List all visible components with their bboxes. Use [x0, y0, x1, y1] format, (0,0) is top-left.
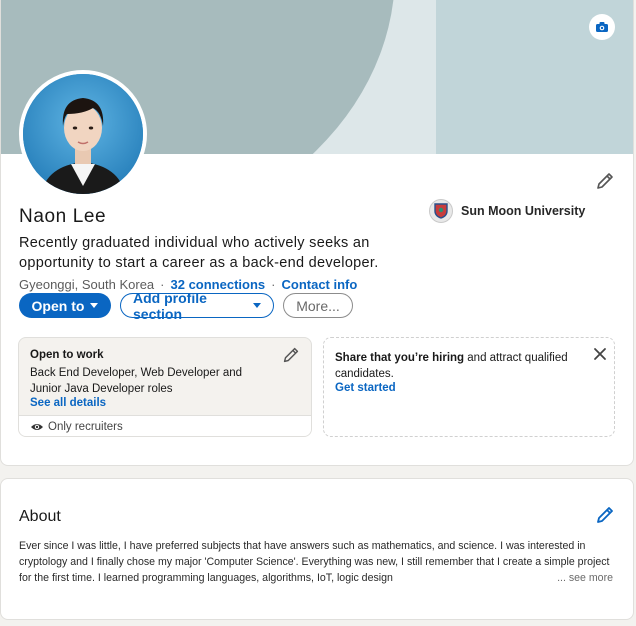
about-text: Ever since I was little, I have preferre…: [19, 540, 610, 584]
add-section-label: Add profile section: [133, 289, 207, 322]
caret-down-icon: [253, 303, 261, 308]
meta-separator: ·: [271, 277, 276, 292]
school-entry[interactable]: Sun Moon University: [429, 199, 585, 223]
about-heading: About: [19, 508, 61, 525]
edit-about-button[interactable]: [593, 503, 617, 527]
open-to-button[interactable]: Open to: [19, 293, 111, 318]
hiring-text-bold: Share that you’re hiring: [335, 352, 465, 364]
dismiss-hiring-button[interactable]: [590, 344, 610, 364]
school-name: Sun Moon University: [461, 204, 586, 218]
caret-down-icon: [90, 303, 99, 308]
hiring-card: Share that you’re hiring and attract qua…: [323, 337, 615, 437]
open-to-label: Open to: [31, 297, 85, 314]
edit-intro-button[interactable]: [593, 169, 617, 193]
open-to-work-visibility: Only recruiters: [19, 415, 311, 436]
add-profile-section-button[interactable]: Add profile section: [120, 290, 274, 322]
shield-icon: [434, 203, 448, 219]
edit-banner-button[interactable]: [589, 14, 615, 40]
school-logo: [429, 199, 453, 223]
get-started-link[interactable]: Get started: [335, 382, 396, 394]
edit-open-to-work-button[interactable]: [280, 344, 302, 366]
profile-name: Naon Lee: [19, 206, 107, 227]
contact-info-link[interactable]: Contact info: [281, 277, 357, 292]
pencil-icon: [597, 507, 613, 523]
profile-card: Naon Lee Recently graduated individual w…: [0, 0, 634, 466]
see-more-link[interactable]: ... see more: [539, 570, 613, 586]
see-all-details-link[interactable]: See all details: [30, 397, 106, 409]
profile-actions: Open to Add profile section More...: [19, 290, 353, 322]
open-to-work-card: Open to work Back End Developer, Web Dev…: [18, 337, 312, 437]
camera-icon: [596, 22, 608, 32]
more-label: More...: [296, 297, 340, 314]
visibility-label: Only recruiters: [48, 421, 123, 433]
close-icon: [594, 348, 606, 360]
more-button[interactable]: More...: [283, 293, 353, 318]
eye-icon: [31, 424, 43, 430]
profile-photo: [23, 74, 143, 194]
hiring-text: Share that you’re hiring and attract qua…: [335, 350, 585, 382]
about-card: About Ever since I was little, I have pr…: [0, 478, 634, 620]
open-to-work-description: Back End Developer, Web Developer and Ju…: [30, 367, 243, 395]
pencil-icon: [597, 173, 613, 189]
pencil-icon: [283, 347, 299, 363]
open-to-work-title: Open to work: [30, 349, 104, 361]
profile-headline: Recently graduated individual who active…: [19, 235, 379, 271]
avatar[interactable]: [19, 70, 147, 198]
